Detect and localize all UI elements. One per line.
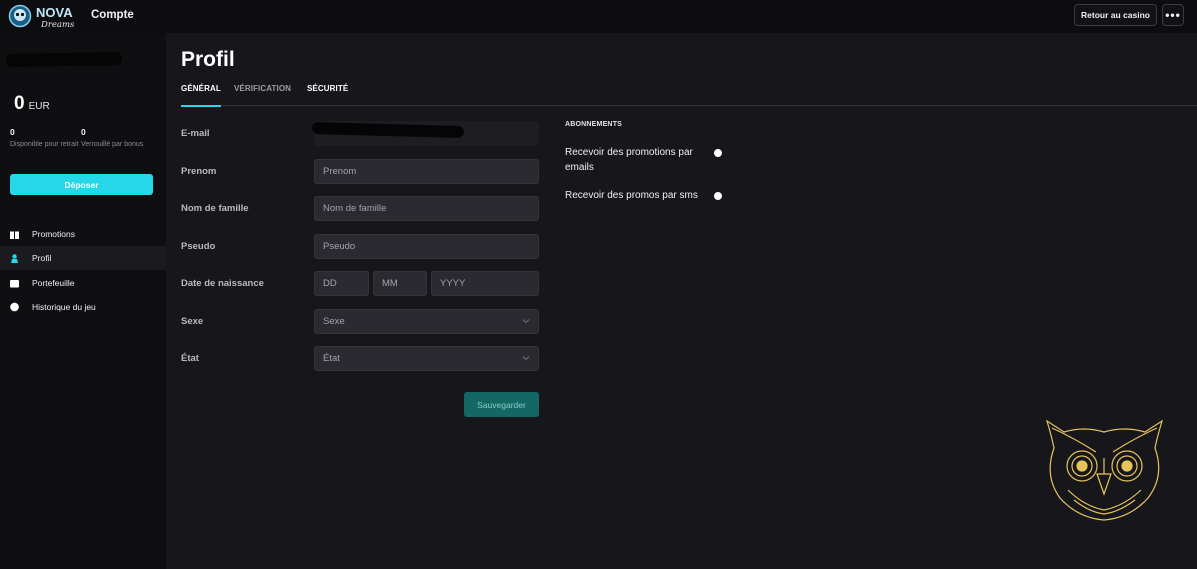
birthdate-label: Date de naissance bbox=[181, 278, 264, 289]
sidebar: 0 EUR 0 Disponible pour retrait 0 Verroui… bbox=[0, 33, 166, 569]
locked-balance: 0 Verrouillé par bonus bbox=[81, 127, 161, 150]
nova-dreams-logo[interactable]: NOVA Dreams bbox=[7, 3, 79, 29]
svg-text:NOVA: NOVA bbox=[36, 5, 73, 20]
lastname-label: Nom de famille bbox=[181, 203, 249, 214]
email-label: E-mail bbox=[181, 128, 210, 139]
sidebar-item-promotions[interactable]: Promotions bbox=[0, 222, 166, 246]
email-promos-label: Recevoir des promotions par emails bbox=[565, 147, 693, 173]
balance-currency: EUR bbox=[28, 101, 50, 112]
more-options-button[interactable]: ••• bbox=[1162, 4, 1184, 26]
profile-tabs: GÉNÉRAL VÉRIFICATION SÉCURITÉ bbox=[181, 84, 1197, 107]
sidebar-item-label: Portefeuille bbox=[32, 278, 75, 288]
sidebar-item-label: Promotions bbox=[32, 229, 75, 239]
return-to-casino-button[interactable]: Retour au casino bbox=[1074, 4, 1157, 26]
top-bar: NOVA Dreams Compte Retour au casino ••• bbox=[0, 0, 1197, 33]
history-icon bbox=[10, 302, 19, 312]
page-section-title: Compte bbox=[91, 9, 134, 21]
user-icon bbox=[10, 253, 19, 263]
tab-verification[interactable]: VÉRIFICATION bbox=[234, 84, 291, 106]
save-button[interactable]: Sauvegarder bbox=[464, 392, 539, 417]
sidebar-item-label: Historique du jeu bbox=[32, 302, 96, 312]
state-select-value: État bbox=[323, 353, 340, 364]
sidebar-item-label: Profil bbox=[32, 253, 52, 263]
state-select[interactable]: État bbox=[314, 346, 539, 371]
gender-select-value: Sexe bbox=[323, 316, 345, 327]
birth-day-field[interactable]: DD bbox=[314, 271, 369, 296]
chevron-down-icon bbox=[522, 317, 530, 328]
birth-year-field[interactable]: YYYY bbox=[431, 271, 539, 296]
sms-promos-label: Recevoir des promos par sms bbox=[565, 190, 698, 201]
page-title: Profil bbox=[181, 48, 235, 71]
firstname-field[interactable]: Prenom bbox=[314, 159, 539, 184]
sidebar-item-historique[interactable]: Historique du jeu bbox=[0, 295, 166, 319]
email-promos-toggle[interactable] bbox=[714, 149, 722, 157]
locked-label: Verrouillé par bonus bbox=[81, 141, 144, 148]
balance-amount: 0 bbox=[14, 93, 25, 114]
deposit-button[interactable]: Déposer bbox=[10, 174, 153, 195]
balance: 0 EUR bbox=[14, 93, 50, 115]
svg-text:Dreams: Dreams bbox=[40, 20, 75, 29]
gender-select[interactable]: Sexe bbox=[314, 309, 539, 334]
lastname-field[interactable]: Nom de famille bbox=[314, 196, 539, 221]
redacted-username bbox=[5, 51, 123, 68]
tab-general[interactable]: GÉNÉRAL bbox=[181, 84, 221, 107]
gift-icon bbox=[10, 230, 19, 239]
nickname-label: Pseudo bbox=[181, 241, 216, 252]
state-label: État bbox=[181, 353, 199, 364]
chevron-down-icon bbox=[522, 354, 530, 365]
locked-value: 0 bbox=[81, 127, 86, 137]
birth-month-field[interactable]: MM bbox=[373, 271, 427, 296]
withdrawable-value: 0 bbox=[10, 127, 15, 137]
nickname-field[interactable]: Pseudo bbox=[314, 234, 539, 259]
owl-watermark-icon bbox=[1044, 418, 1165, 522]
subscriptions-title: ABONNEMENTS bbox=[565, 121, 623, 128]
withdrawable-label: Disponible pour retrait bbox=[10, 141, 79, 148]
firstname-label: Prenom bbox=[181, 166, 217, 177]
tab-securite[interactable]: SÉCURITÉ bbox=[307, 84, 348, 106]
wallet-icon bbox=[10, 279, 19, 288]
withdrawable-balance: 0 Disponible pour retrait bbox=[10, 127, 80, 150]
sidebar-item-profil[interactable]: Profil bbox=[0, 246, 166, 270]
sms-promos-toggle[interactable] bbox=[714, 192, 722, 200]
sidebar-item-portefeuille[interactable]: Portefeuille bbox=[0, 271, 166, 295]
gender-label: Sexe bbox=[181, 316, 204, 327]
